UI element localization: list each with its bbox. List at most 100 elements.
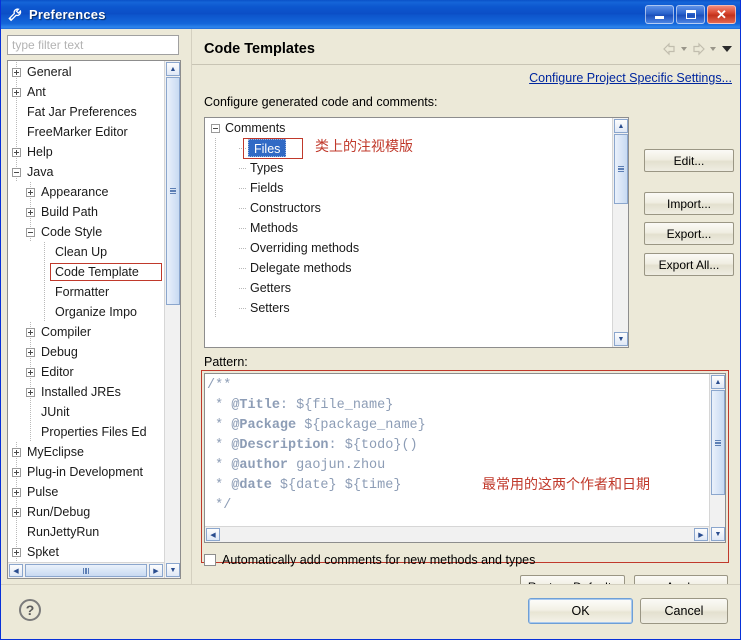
template-item-setters[interactable]: Setters bbox=[205, 298, 628, 318]
expand-icon[interactable] bbox=[26, 188, 35, 197]
scroll-down-arrow-icon[interactable]: ▼ bbox=[166, 563, 180, 577]
expand-icon[interactable] bbox=[12, 468, 21, 477]
sidebar-item-runjettyrun[interactable]: RunJettyRun bbox=[8, 522, 164, 542]
sidebar-horizontal-scrollbar[interactable]: ◀ ▶ bbox=[8, 562, 164, 578]
expand-icon[interactable] bbox=[12, 488, 21, 497]
pattern-scroll-down-icon[interactable]: ▼ bbox=[711, 527, 725, 541]
expand-icon[interactable] bbox=[26, 328, 35, 337]
pattern-scrollbar-thumb[interactable] bbox=[711, 390, 725, 495]
auto-comments-checkbox[interactable] bbox=[204, 554, 216, 566]
maximize-button[interactable] bbox=[676, 5, 705, 24]
template-group-comments[interactable]: Comments bbox=[205, 118, 628, 138]
sidebar-item-code-template[interactable]: Code Template bbox=[8, 262, 164, 282]
expand-icon[interactable] bbox=[12, 88, 21, 97]
sidebar-vertical-scrollbar[interactable]: ▲ ▼ bbox=[164, 61, 180, 578]
export-button[interactable]: Export... bbox=[644, 222, 734, 245]
sidebar-item-label: Installed JREs bbox=[41, 385, 121, 399]
expand-icon[interactable] bbox=[12, 508, 21, 517]
title-bar[interactable]: Preferences ✕ bbox=[1, 0, 740, 30]
template-item-getters[interactable]: Getters bbox=[205, 278, 628, 298]
auto-comments-option[interactable]: Automatically add comments for new metho… bbox=[204, 553, 535, 567]
scroll-left-arrow-icon[interactable]: ◀ bbox=[9, 564, 23, 577]
template-item-label: Getters bbox=[250, 281, 291, 295]
cancel-button[interactable]: Cancel bbox=[640, 598, 728, 624]
pattern-scroll-right-icon[interactable]: ▶ bbox=[694, 528, 708, 541]
expand-icon[interactable] bbox=[26, 208, 35, 217]
sidebar-item-debug[interactable]: Debug bbox=[8, 342, 164, 362]
sidebar-item-java[interactable]: Java bbox=[8, 162, 164, 182]
sidebar-item-clean-up[interactable]: Clean Up bbox=[8, 242, 164, 262]
sidebar-item-appearance[interactable]: Appearance bbox=[8, 182, 164, 202]
expand-icon[interactable] bbox=[12, 548, 21, 557]
expand-icon[interactable] bbox=[12, 148, 21, 157]
sidebar-item-installed-jres[interactable]: Installed JREs bbox=[8, 382, 164, 402]
scroll-up-arrow-icon[interactable]: ▲ bbox=[166, 62, 180, 76]
template-item-methods[interactable]: Methods bbox=[205, 218, 628, 238]
edit-button[interactable]: Edit... bbox=[644, 149, 734, 172]
sidebar-item-spket[interactable]: Spket bbox=[8, 542, 164, 562]
pattern-scroll-up-icon[interactable]: ▲ bbox=[711, 375, 725, 389]
filter-input[interactable]: type filter text bbox=[7, 35, 179, 55]
pattern-vertical-scrollbar[interactable]: ▲ ▼ bbox=[709, 374, 725, 542]
sidebar-item-run-debug[interactable]: Run/Debug bbox=[8, 502, 164, 522]
template-scroll-down-icon[interactable]: ▼ bbox=[614, 332, 628, 346]
page-nav-toolbar[interactable] bbox=[661, 41, 734, 57]
expand-icon[interactable] bbox=[12, 448, 21, 457]
sidebar-item-compiler[interactable]: Compiler bbox=[8, 322, 164, 342]
template-item-files[interactable]: Files 类上的注视模版 bbox=[205, 138, 628, 159]
template-item-fields[interactable]: Fields bbox=[205, 178, 628, 198]
back-arrow-icon[interactable] bbox=[661, 41, 678, 57]
chevron-down-icon[interactable] bbox=[722, 46, 732, 52]
sidebar-item-junit[interactable]: JUnit bbox=[8, 402, 164, 422]
sidebar-item-organize-impo[interactable]: Organize Impo bbox=[8, 302, 164, 322]
expand-icon[interactable] bbox=[26, 388, 35, 397]
expand-icon[interactable] bbox=[26, 368, 35, 377]
sidebar-item-editor[interactable]: Editor bbox=[8, 362, 164, 382]
minimize-button[interactable] bbox=[645, 5, 674, 24]
sidebar-item-label: Formatter bbox=[55, 285, 110, 299]
template-item-constructors[interactable]: Constructors bbox=[205, 198, 628, 218]
template-scroll-up-icon[interactable]: ▲ bbox=[614, 119, 628, 133]
configure-project-settings-link[interactable]: Configure Project Specific Settings... bbox=[529, 71, 732, 85]
help-icon[interactable]: ? bbox=[19, 599, 41, 621]
forward-dropdown-icon[interactable] bbox=[710, 47, 716, 51]
collapse-icon[interactable] bbox=[211, 124, 220, 133]
template-scrollbar-thumb[interactable] bbox=[614, 134, 628, 204]
scrollbar-thumb[interactable] bbox=[166, 77, 180, 305]
sidebar-item-freemarker-editor[interactable]: FreeMarker Editor bbox=[8, 122, 164, 142]
collapse-icon[interactable] bbox=[26, 228, 35, 237]
sidebar-item-fat-jar-preferences[interactable]: Fat Jar Preferences bbox=[8, 102, 164, 122]
scroll-right-arrow-icon[interactable]: ▶ bbox=[149, 564, 163, 577]
sidebar-item-pulse[interactable]: Pulse bbox=[8, 482, 164, 502]
template-vertical-scrollbar[interactable]: ▲ ▼ bbox=[612, 118, 628, 347]
expand-icon[interactable] bbox=[12, 68, 21, 77]
template-item-types[interactable]: Types bbox=[205, 158, 628, 178]
sidebar-item-help[interactable]: Help bbox=[8, 142, 164, 162]
sidebar-item-build-path[interactable]: Build Path bbox=[8, 202, 164, 222]
expand-icon[interactable] bbox=[26, 348, 35, 357]
sidebar-item-plug-in-development[interactable]: Plug-in Development bbox=[8, 462, 164, 482]
pattern-code: /** * @Title: ${file_name} * @Package ${… bbox=[207, 378, 426, 513]
back-dropdown-icon[interactable] bbox=[681, 47, 687, 51]
close-button[interactable]: ✕ bbox=[707, 5, 736, 24]
pattern-annotation: 最常用的这两个作者和日期 bbox=[482, 477, 650, 493]
ok-button[interactable]: OK bbox=[528, 598, 633, 624]
pattern-textarea[interactable]: /** * @Title: ${file_name} * @Package ${… bbox=[204, 373, 726, 543]
pattern-horizontal-scrollbar[interactable]: ◀ ▶ bbox=[205, 526, 709, 542]
pattern-scroll-left-icon[interactable]: ◀ bbox=[206, 528, 220, 541]
preferences-tree[interactable]: General Ant Fat Jar Preferences FreeMarker … bbox=[7, 60, 181, 579]
sidebar-item-general[interactable]: General bbox=[8, 62, 164, 82]
sidebar-item-formatter[interactable]: Formatter bbox=[8, 282, 164, 302]
sidebar-item-properties-files-ed[interactable]: Properties Files Ed bbox=[8, 422, 164, 442]
export-all-button[interactable]: Export All... bbox=[644, 253, 734, 276]
code-template-list[interactable]: Comments Files 类上的注视模版 Types Fields Construct… bbox=[204, 117, 629, 348]
hscrollbar-thumb[interactable] bbox=[25, 564, 147, 577]
sidebar-item-code-style[interactable]: Code Style bbox=[8, 222, 164, 242]
collapse-icon[interactable] bbox=[12, 168, 21, 177]
template-item-delegate-methods[interactable]: Delegate methods bbox=[205, 258, 628, 278]
sidebar-item-ant[interactable]: Ant bbox=[8, 82, 164, 102]
template-item-overriding-methods[interactable]: Overriding methods bbox=[205, 238, 628, 258]
forward-arrow-icon[interactable] bbox=[690, 41, 707, 57]
sidebar-item-myeclipse[interactable]: MyEclipse bbox=[8, 442, 164, 462]
import-button[interactable]: Import... bbox=[644, 192, 734, 215]
